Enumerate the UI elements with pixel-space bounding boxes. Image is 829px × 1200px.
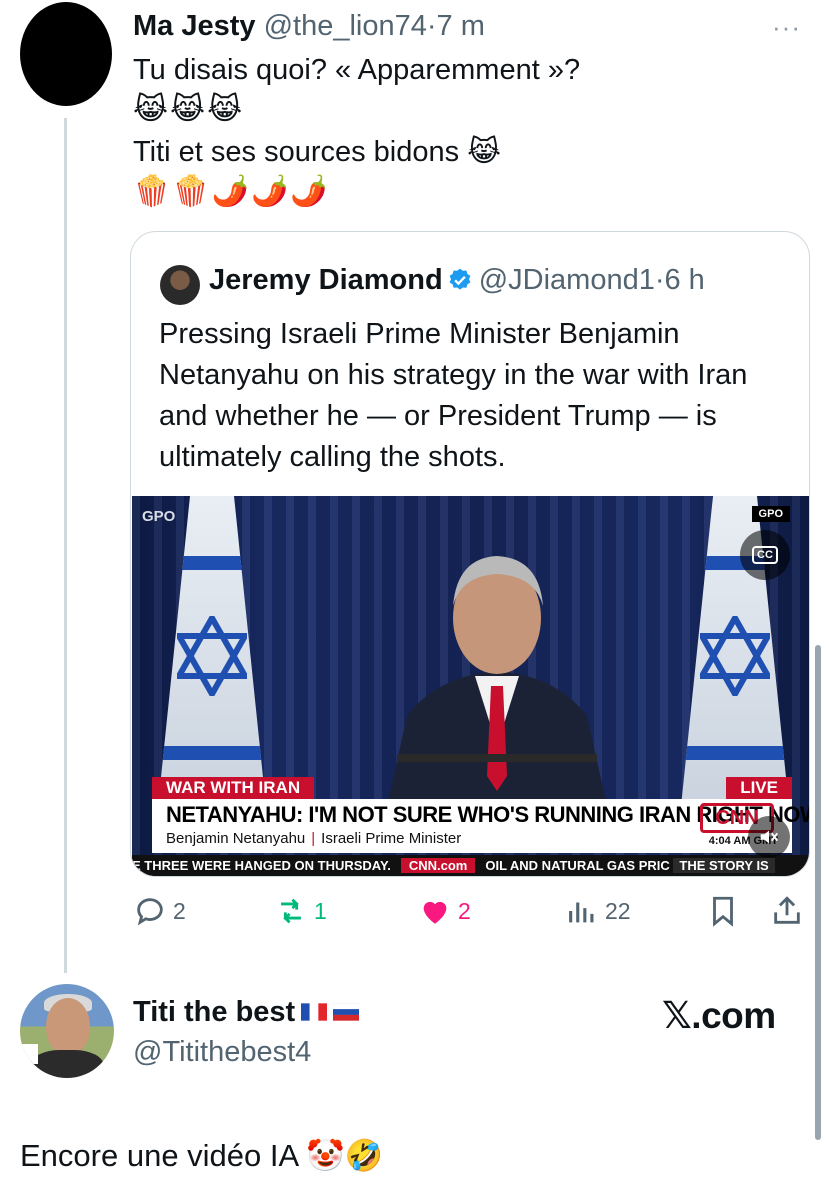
reply-author-avatar[interactable] (20, 984, 114, 1078)
tweet-text-line: Titi et ses sources bidons 😹 (133, 136, 502, 168)
like-button[interactable]: 2 (418, 894, 471, 928)
ticker-story: THE STORY IS (673, 858, 775, 873)
speaker-figure (387, 556, 607, 806)
ticker-text-left: E THREE WERE HANGED ON THURSDAY. (132, 858, 391, 873)
x-watermark: 𝕏.com (662, 995, 776, 1036)
speaker-name: Benjamin Netanyahu (166, 830, 306, 847)
quote-timestamp[interactable]: 6 h (665, 264, 705, 296)
separator: · (426, 10, 437, 42)
reply-button[interactable]: 2 (133, 894, 186, 928)
reply-author-name[interactable]: Titi the best (133, 996, 295, 1028)
speaker-title: Israeli Prime Minister (321, 830, 462, 847)
scrollbar[interactable] (815, 645, 821, 1140)
reply-author-handle[interactable]: @Titithebest4 (133, 1034, 311, 1070)
action-bar: 2 1 2 22 (0, 894, 829, 934)
separator: · (654, 264, 665, 296)
bookmark-button[interactable] (706, 894, 746, 928)
live-badge: LIVE (726, 777, 792, 799)
tweet-emoji-line: 😹😹😹 (133, 93, 245, 126)
share-button[interactable] (770, 894, 810, 928)
verified-badge-icon (449, 268, 471, 290)
tweet-header: Ma Jesty @the_lion74·7 m (133, 8, 485, 44)
quote-author-avatar[interactable] (160, 265, 200, 305)
quote-author-handle[interactable]: @JDiamond1 (479, 264, 655, 296)
tweet-emoji-line: 🍿🍿🌶️🌶️🌶️ (133, 175, 330, 208)
closed-captions-button[interactable]: CC (740, 530, 790, 580)
share-icon (774, 896, 800, 924)
repost-count: 1 (314, 897, 327, 924)
bookmark-icon (713, 896, 733, 927)
cc-icon: CC (752, 546, 778, 564)
gpo-tag: GPO (751, 506, 790, 522)
timestamp[interactable]: 7 m (437, 10, 485, 42)
ticker-text-right: OIL AND NATURAL GAS PRIC (485, 858, 670, 873)
russia-flag-icon (333, 1003, 360, 1021)
quote-text: Pressing Israeli Prime Minister Benjamin… (159, 318, 748, 473)
author-name[interactable]: Ma Jesty (133, 10, 256, 42)
ticker-site: CNN.com (400, 858, 476, 873)
repost-icon (281, 898, 301, 924)
chyron-topic: WAR WITH IRAN (152, 777, 315, 799)
views-button[interactable]: 22 (565, 894, 631, 928)
chyron-subline: Benjamin Netanyahu | Israeli Prime Ministe… (166, 830, 462, 847)
france-flag-icon (301, 1003, 328, 1021)
tweet-text-line: Tu disais quoi? « Apparemment »? (133, 54, 581, 86)
gpo-logo: GPO (142, 508, 176, 525)
quoted-tweet[interactable]: Jeremy Diamond @JDiamond1·6 h Pressing Is… (130, 231, 810, 877)
view-count: 22 (605, 897, 631, 924)
reply-text: Encore une vidéo IA 🤡🤣 (20, 1138, 384, 1173)
repost-button[interactable]: 1 (274, 894, 327, 928)
more-options-icon[interactable]: ··· (772, 12, 801, 43)
quote-header: Jeremy Diamond @JDiamond1·6 h (209, 262, 705, 298)
heart-icon (423, 901, 447, 924)
like-count: 2 (458, 897, 471, 924)
author-handle[interactable]: @the_lion74 (264, 10, 427, 42)
reply-author-name-row: Titi the best (133, 994, 360, 1030)
author-avatar[interactable] (20, 2, 112, 106)
mute-icon[interactable] (748, 816, 790, 858)
reply-icon (137, 898, 163, 926)
chyron-main: NETANYAHU: I'M NOT SURE WHO'S RUNNING IR… (152, 799, 809, 853)
views-icon (569, 902, 594, 923)
video-player[interactable]: GPO GPO CC WAR WITH IRAN LIVE NETANYAHU:… (132, 496, 809, 876)
reply-count: 2 (173, 897, 186, 924)
news-ticker: E THREE WERE HANGED ON THURSDAY. CNN.com O… (132, 855, 809, 876)
quote-author-name[interactable]: Jeremy Diamond (209, 264, 443, 296)
thread-line (64, 118, 67, 973)
